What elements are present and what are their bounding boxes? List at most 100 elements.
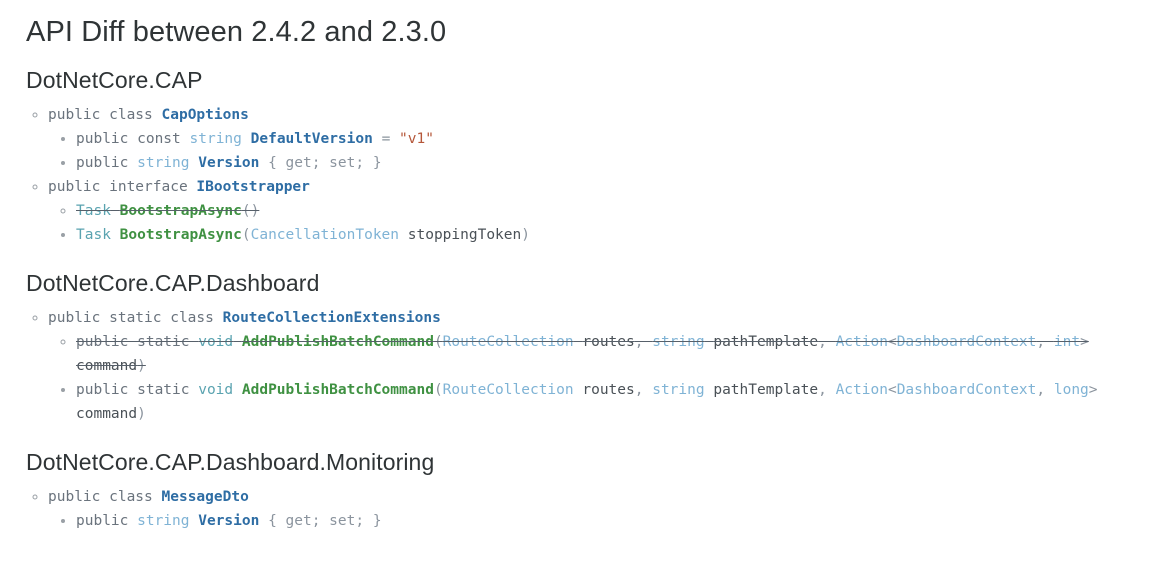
code-token: public interface [48,179,197,196]
code-signature: public class MessageDto [48,489,249,505]
code-token: public static [76,382,199,399]
code-token: { get; set; } [259,155,382,172]
namespace-title: DotNetCore.CAP.Dashboard [26,270,320,297]
code-token: public static [76,334,199,351]
code-token: DefaultVersion [250,131,373,148]
code-token: BootstrapAsync [119,227,242,244]
namespace-section: DotNetCore.CAP.Dashboard public static cl… [26,269,1136,426]
code-token: string [652,334,705,351]
code-token: Action [835,382,888,399]
code-token: public [76,512,138,529]
code-signature: Task BootstrapAsync(CancellationToken st… [76,227,530,243]
code-token: ( [433,334,443,351]
code-signature: public static void AddPublishBatchComman… [76,382,1098,422]
code-token: Task [76,203,111,220]
code-token: , [1036,334,1054,351]
type-member: public static class RouteCollectionExten… [48,306,1136,426]
code-token: void [198,334,234,351]
code-token: () [241,203,260,220]
member-signature-item: Task BootstrapAsync(CancellationToken st… [76,223,1136,247]
code-token: RouteCollection [442,334,574,351]
code-token: public [76,155,138,172]
namespace-title: DotNetCore.CAP [26,67,203,94]
code-token: > [1080,334,1089,351]
code-signature: public interface IBootstrapper [48,179,310,195]
code-signature: public class CapOptions [48,107,249,123]
page-title: API Diff between 2.4.2 and 2.3.0 [26,16,447,48]
code-token: ) [137,406,146,423]
code-token: routes [582,334,635,351]
member-signature-item: public string Version { get; set; } [76,509,1136,533]
code-token: ( [433,382,443,399]
code-signature: Task BootstrapAsync() [76,203,259,219]
code-token: < [887,382,897,399]
code-signature: public string Version { get; set; } [76,513,382,529]
code-token: command [76,406,138,423]
code-token: RouteCollectionExtensions [222,310,441,327]
code-token: DashboardContext [896,382,1037,399]
namespace-list: DotNetCore.CAPpublic class CapOptionspub… [26,66,1136,533]
namespace-section: DotNetCore.CAP.Dashboard.Monitoring publi… [26,448,1136,533]
code-token: public class [48,488,162,505]
code-token: string [652,382,705,399]
code-token: ) [137,358,146,375]
code-token: CapOptions [161,107,249,124]
code-token: Version [198,155,260,172]
member-list: public static class RouteCollectionExten… [26,306,1136,426]
code-token: public class [48,107,162,124]
member-signature-item: public static void AddPublishBatchComman… [76,378,1136,426]
code-token: "v1" [399,131,434,148]
code-token: CancellationToken [250,227,400,244]
code-token: , [1036,382,1054,399]
code-token: , [818,334,836,351]
member-child-list: public const string DefaultVersion = "v1… [48,127,1136,175]
code-token: > [1088,382,1098,399]
member-child-list: public string Version { get; set; } [48,509,1136,533]
code-token: DashboardContext [896,334,1037,351]
code-token: BootstrapAsync [119,203,242,220]
code-token: , [634,382,653,399]
code-signature: public const string DefaultVersion = "v1… [76,131,434,147]
code-token: { get; set; } [259,512,382,529]
member-signature-item: Task BootstrapAsync() [76,199,1136,223]
code-token: public const [76,131,190,148]
code-token: routes [582,382,635,399]
type-member: public interface IBootstrapper Task Boots… [48,175,1136,247]
code-token: ) [521,227,530,244]
member-child-list: public static void AddPublishBatchComman… [48,330,1136,426]
code-token: < [887,334,897,351]
member-child-list: Task BootstrapAsync()Task BootstrapAsync… [48,199,1136,247]
member-signature-item: public string Version { get; set; } [76,151,1136,175]
type-member: public class MessageDto public string Ver… [48,485,1136,533]
code-token: = [372,131,400,148]
code-token: MessageDto [161,488,249,505]
code-signature: public static class RouteCollectionExten… [48,310,441,326]
code-token: pathTemplate [713,334,819,351]
namespace-title: DotNetCore.CAP.Dashboard.Monitoring [26,449,435,476]
member-signature-item: public const string DefaultVersion = "v1… [76,127,1136,151]
code-token: long [1053,382,1089,399]
code-token: void [198,382,234,399]
code-token: command [76,358,138,375]
code-token: stoppingToken [407,227,522,244]
member-list: public class MessageDto public string Ver… [26,485,1136,533]
member-signature-item: public static void AddPublishBatchComman… [76,330,1136,378]
code-token: ( [241,227,251,244]
code-token: , [634,334,653,351]
code-token: Version [198,512,260,529]
code-token: pathTemplate [713,382,819,399]
api-diff-page: API Diff between 2.4.2 and 2.3.0 DotNetC… [0,0,1162,533]
code-signature: public static void AddPublishBatchComman… [76,334,1089,374]
code-signature: public string Version { get; set; } [76,155,382,171]
code-token: IBootstrapper [196,179,310,196]
code-token: RouteCollection [442,382,574,399]
code-token: string [137,512,190,529]
namespace-section: DotNetCore.CAPpublic class CapOptionspub… [26,66,1136,247]
